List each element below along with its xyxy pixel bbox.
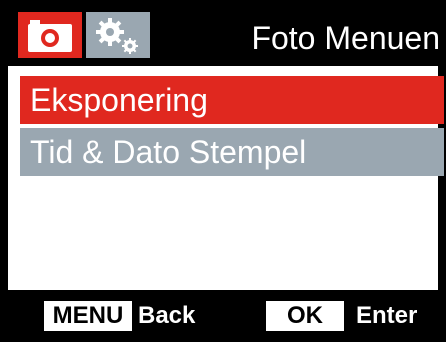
footer-bar: MENU Back OK Enter xyxy=(0,290,446,342)
menu-key[interactable]: MENU xyxy=(44,301,132,331)
header-bar: Foto Menuen xyxy=(0,0,446,66)
menu-item-date-stamp[interactable]: Tid & Dato Stempel xyxy=(20,128,444,176)
tab-settings[interactable] xyxy=(86,12,150,58)
back-label: Back xyxy=(138,302,196,329)
camera-menu-screen: Foto Menuen Eksponering Tid & Dato Stemp… xyxy=(0,0,446,342)
camera-icon xyxy=(28,20,72,52)
ok-key[interactable]: OK xyxy=(266,301,344,331)
menu-list: Eksponering Tid & Dato Stempel xyxy=(20,76,444,180)
settings-gears-icon xyxy=(96,18,138,54)
enter-label: Enter xyxy=(356,302,418,329)
menu-title: Foto Menuen xyxy=(251,20,440,56)
menu-item-exposure[interactable]: Eksponering xyxy=(20,76,444,124)
tab-photo[interactable] xyxy=(18,12,82,58)
